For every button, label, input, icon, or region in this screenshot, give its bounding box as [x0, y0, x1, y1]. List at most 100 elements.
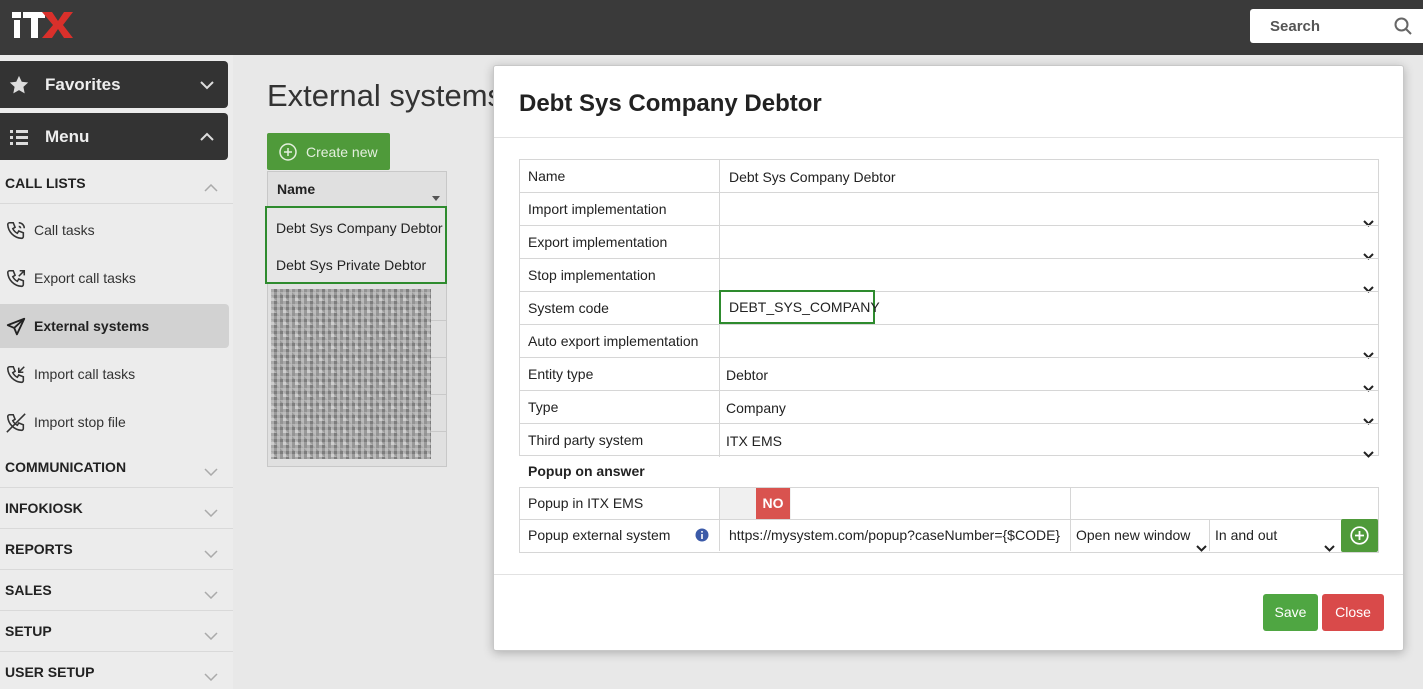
export-implementation-select[interactable] — [720, 226, 1378, 260]
create-new-button[interactable]: Create new — [267, 133, 390, 170]
search-input[interactable] — [1250, 9, 1370, 43]
favorites-label: Favorites — [45, 74, 121, 94]
chevron-down-icon — [204, 627, 218, 643]
section-user-setup[interactable]: USER SETUP — [0, 652, 233, 689]
section-label: USER SETUP — [5, 664, 95, 680]
redacted-rows — [271, 289, 431, 459]
search-box — [1250, 9, 1423, 43]
chevron-down-icon — [204, 545, 218, 561]
edit-system-dialog: Debt Sys Company Debtor Name Debt Sys Co… — [493, 65, 1404, 651]
stop-implementation-select[interactable] — [720, 259, 1378, 293]
entity-type-select[interactable]: Debtor — [720, 358, 1378, 392]
field-label: Auto export implementation — [520, 325, 720, 358]
row-divider — [431, 394, 446, 395]
search-icon[interactable] — [1394, 17, 1412, 38]
menu-label: Menu — [45, 126, 90, 146]
dialog-title: Debt Sys Company Debtor — [519, 90, 822, 117]
section-infokiosk[interactable]: INFOKIOSK — [0, 488, 233, 529]
field-label: Popup in ITX EMS — [520, 488, 720, 519]
save-button[interactable]: Save — [1263, 594, 1318, 631]
field-label: Entity type — [520, 358, 720, 391]
section-label: REPORTS — [5, 541, 73, 557]
favorites-toggle[interactable]: Favorites — [0, 61, 228, 108]
row-divider — [431, 357, 446, 358]
section-label: SETUP — [5, 623, 52, 639]
import-implementation-select[interactable] — [720, 193, 1378, 227]
chevron-down-icon — [1363, 436, 1374, 470]
add-popup-button[interactable] — [1341, 519, 1378, 552]
list-item[interactable]: Debt Sys Private Debtor — [268, 246, 446, 283]
sidebar-item-import-call-tasks[interactable]: Import call tasks — [0, 352, 229, 396]
chevron-down-icon — [204, 504, 218, 520]
list-header[interactable]: Name — [268, 172, 446, 207]
field-row-popup-external: Popup external system https://mysystem.c… — [519, 519, 1379, 553]
empty-cell — [1070, 488, 1378, 519]
row-divider — [431, 431, 446, 432]
chevron-down-icon — [1196, 532, 1207, 563]
systems-list: Name Debt Sys Company Debtor Debt Sys Pr… — [265, 171, 447, 467]
phone-outgoing-icon — [5, 268, 27, 293]
popup-itx-toggle[interactable]: NO — [720, 488, 791, 519]
section-reports[interactable]: REPORTS — [0, 529, 233, 570]
popup-section-heading: Popup on answer — [528, 463, 645, 479]
name-input[interactable]: Debt Sys Company Debtor — [720, 160, 1378, 193]
field-row-entity-type: Entity type Debtor — [519, 357, 1379, 392]
type-select[interactable]: Company — [720, 391, 1378, 425]
field-row-third-party: Third party system ITX EMS — [519, 423, 1379, 458]
section-label: COMMUNICATION — [5, 459, 127, 475]
phone-icon — [5, 220, 27, 245]
sidebar-item-label: Import stop file — [34, 414, 126, 430]
field-label: Name — [520, 160, 720, 193]
auto-export-select[interactable] — [720, 325, 1378, 359]
section-setup[interactable]: SETUP — [0, 611, 233, 652]
field-label: Stop implementation — [520, 259, 720, 292]
itx-logo[interactable] — [12, 10, 74, 40]
info-icon[interactable] — [695, 528, 709, 545]
field-label: Third party system — [520, 424, 720, 457]
sidebar-item-label: Export call tasks — [34, 270, 136, 286]
sidebar-item-label: External systems — [34, 318, 150, 334]
field-row-popup-itx: Popup in ITX EMS NO — [519, 487, 1379, 520]
section-label: CALL LISTS — [5, 175, 86, 191]
field-row-export: Export implementation — [519, 225, 1379, 260]
create-new-label: Create new — [306, 143, 378, 160]
field-row-auto-export: Auto export implementation — [519, 324, 1379, 359]
divider — [494, 574, 1403, 575]
divider — [494, 137, 1403, 138]
third-party-select[interactable]: ITX EMS — [720, 424, 1378, 458]
system-code-input[interactable]: DEBT_SYS_COMPANY — [719, 290, 880, 324]
field-row-type: Type Company — [519, 390, 1379, 425]
field-label: System code — [520, 292, 720, 325]
star-icon — [8, 74, 30, 99]
field-row-import: Import implementation — [519, 192, 1379, 227]
chevron-down-icon — [204, 668, 218, 684]
sidebar-item-export-call-tasks[interactable]: Export call tasks — [0, 256, 229, 300]
phone-incoming-icon — [5, 364, 27, 389]
column-header-name: Name — [277, 181, 316, 197]
section-call-lists[interactable]: CALL LISTS — [0, 163, 233, 204]
field-row-system-code: System code — [519, 291, 1379, 325]
popup-url-input[interactable]: https://mysystem.com/popup?caseNumber={$… — [720, 520, 1071, 551]
menu-toggle[interactable]: Menu — [0, 113, 228, 160]
close-button[interactable]: Close — [1322, 594, 1384, 631]
sort-icon[interactable] — [432, 188, 440, 204]
sidebar-item-external-systems[interactable]: External systems — [0, 304, 229, 348]
chevron-down-icon — [199, 77, 215, 93]
field-row-name: Name Debt Sys Company Debtor — [519, 159, 1379, 193]
sidebar-item-import-stop-file[interactable]: Import stop file — [0, 400, 229, 444]
direction-select[interactable]: In and out — [1209, 520, 1341, 552]
phone-off-icon — [5, 412, 27, 437]
window-option-select[interactable]: Open new window — [1070, 520, 1210, 552]
chevron-down-icon — [1324, 532, 1335, 563]
section-sales[interactable]: SALES — [0, 570, 233, 611]
field-label: Import implementation — [520, 193, 720, 226]
section-communication[interactable]: COMMUNICATION — [0, 447, 233, 488]
select-value: Debtor — [726, 367, 769, 383]
select-value: In and out — [1215, 527, 1278, 543]
list-item[interactable]: Debt Sys Company Debtor — [268, 209, 446, 246]
sidebar-item-call-tasks[interactable]: Call tasks — [0, 208, 229, 252]
send-icon — [5, 316, 27, 341]
select-value: Open new window — [1076, 527, 1191, 543]
chevron-down-icon — [204, 463, 218, 479]
sidebar: Favorites Menu CALL LISTS Call tasks Exp… — [0, 55, 233, 689]
